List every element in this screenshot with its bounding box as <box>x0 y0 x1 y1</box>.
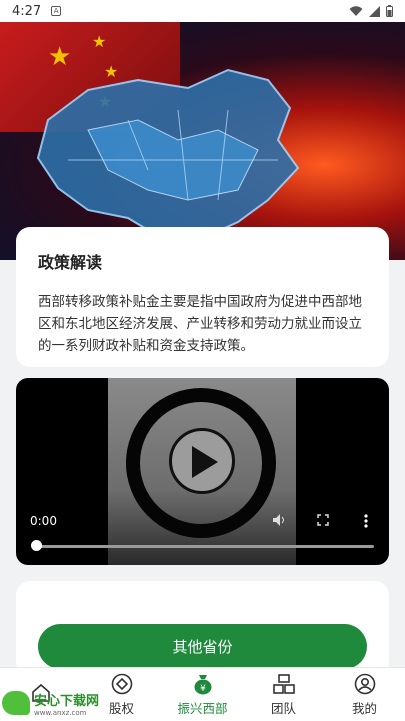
china-map-illustration <box>36 68 300 242</box>
download-site-watermark: 安心下载网 www.anxz.com <box>2 688 102 718</box>
user-icon <box>354 673 376 695</box>
province-card: 其他省份 <box>16 581 389 676</box>
tab-revitalize-west-label: 振兴西部 <box>177 700 228 716</box>
tab-team-label: 团队 <box>270 700 296 716</box>
play-button[interactable] <box>169 428 235 494</box>
other-provinces-button[interactable]: 其他省份 <box>38 624 367 669</box>
signal-icon <box>369 5 380 17</box>
watermark-name: 安心下载网 <box>34 693 100 709</box>
tab-revitalize-west[interactable]: ¥ 振兴西部 <box>162 668 243 721</box>
policy-title: 政策解读 <box>38 253 103 272</box>
video-progress-knob[interactable] <box>31 540 42 551</box>
policy-description: 西部转移政策补贴金主要是指中国政府为促进中西部地区和东北地区经济发展、产业转移和… <box>38 294 362 354</box>
notification-a-icon: A <box>51 6 62 16</box>
star-icon: ★ <box>92 32 107 51</box>
money-bag-icon: ¥ <box>192 673 214 695</box>
tab-mine[interactable]: 我的 <box>324 668 405 721</box>
play-icon <box>192 446 218 478</box>
hero-banner-image: ★ ★ ★ ★ <box>0 22 405 260</box>
status-bar: 4:27 A <box>0 0 405 22</box>
svg-text:¥: ¥ <box>200 684 206 694</box>
watermark-heart-icon <box>2 691 30 715</box>
volume-icon[interactable] <box>273 514 287 529</box>
video-progress-track[interactable] <box>36 545 374 548</box>
tab-team[interactable]: 团队 <box>243 668 324 721</box>
diamond-circle-icon <box>111 673 133 695</box>
watermark-url: www.anxz.com <box>34 708 87 717</box>
fullscreen-icon[interactable] <box>317 514 329 529</box>
battery-icon <box>386 5 393 17</box>
tab-equity-label: 股权 <box>108 700 134 716</box>
video-current-time: 0:00 <box>30 514 57 528</box>
tab-mine-label: 我的 <box>351 700 377 716</box>
team-blocks-icon <box>272 673 295 695</box>
wifi-icon <box>349 5 363 16</box>
status-time: 4:27 <box>12 3 42 19</box>
more-options-icon[interactable] <box>364 514 368 531</box>
policy-card: 政策解读 西部转移政策补贴金主要是指中国政府为促进中西部地区和东北地区经济发展、… <box>16 227 389 367</box>
video-player[interactable]: 0:00 <box>16 378 389 565</box>
